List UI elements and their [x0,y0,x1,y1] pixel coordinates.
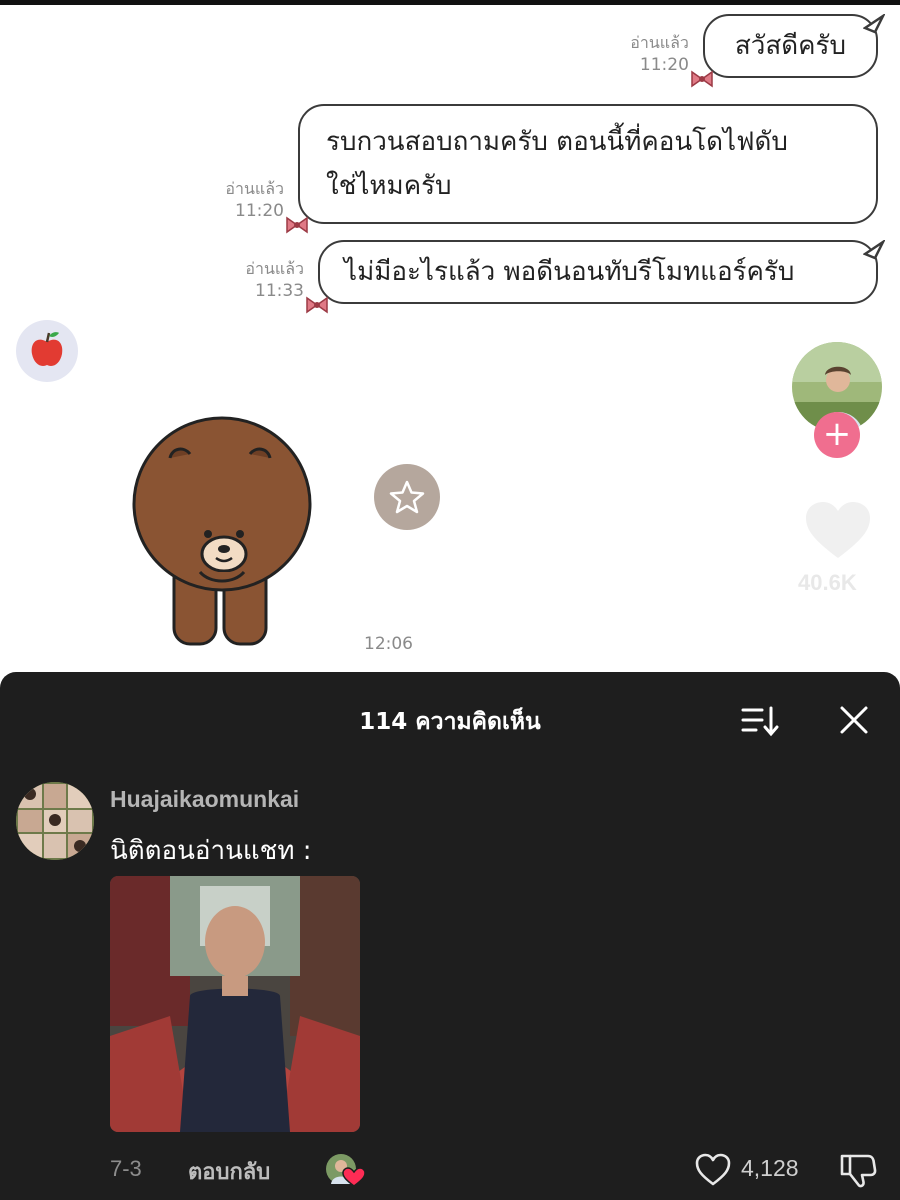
chat-message: อ่านแล้ว 11:20 สวัสดีครับ [630,14,885,88]
message-text: สวัสดีครับ [734,31,846,61]
apple-icon [31,332,63,366]
reply-button[interactable]: ตอบกลับ [188,1154,270,1189]
plus-icon: + [822,414,852,454]
comment-text: นิติตอนอ่านแชท : [110,836,312,866]
comment-like-count: 4,128 [741,1155,799,1181]
favorite-button[interactable] [374,464,440,530]
message-time: 11:20 [235,201,284,221]
heart-icon[interactable] [804,500,872,562]
comment-username[interactable]: Huajaikaomunkai [110,786,299,813]
follow-button[interactable]: + [814,412,860,458]
comment-date: 7-3 [110,1156,142,1181]
comment-gif[interactable] [110,876,360,1132]
heart-icon[interactable] [694,1152,732,1188]
sticker-time: 12:06 [364,634,413,654]
chat-bubble: ไม่มีอะไรแล้ว พอดีนอนทับรีโมทแอร์ครับ [306,240,885,314]
video-player[interactable]: อ่านแล้ว 11:20 สวัสดีครับ อ่านแล้ว 11:20… [0,0,900,672]
chat-bubble: รบกวนสอบถามครับ ตอนนี้ที่คอนโดไฟดับ ใช่ไ… [286,104,878,234]
chat-message: อ่านแล้ว 11:20 รบกวนสอบถามครับ ตอนนี้ที่… [225,104,878,234]
dislike-icon[interactable] [838,1150,878,1190]
chat-bubble: สวัสดีครับ [691,14,885,88]
bow-icon [286,216,308,234]
bow-icon [691,70,713,88]
read-label: อ่านแล้ว [245,259,304,278]
read-receipt: อ่านแล้ว 11:33 [245,258,304,302]
close-icon[interactable] [836,702,872,738]
bow-icon [306,296,328,314]
commenter-avatar[interactable] [16,782,94,860]
contact-avatar [16,320,78,382]
avatar-photo [16,782,94,860]
message-text-line: ใช่ไหมครับ [326,171,452,201]
sort-icon[interactable] [740,704,780,738]
chat-message: อ่านแล้ว 11:33 ไม่มีอะไรแล้ว พอดีนอนทับร… [245,240,885,314]
comments-sheet: 114 ความคิดเห็น Huajaikaomunkai นิติตอนอ… [0,672,900,1200]
meme-image [110,876,360,1132]
bear-sticker [132,416,312,646]
read-receipt: อ่านแล้ว 11:20 [225,178,284,222]
message-time: 11:33 [255,281,304,301]
star-icon [389,480,425,514]
video-like-count: 40.6K [798,570,857,595]
creator-liked-badge [326,1154,366,1187]
message-text: ไม่มีอะไรแล้ว พอดีนอนทับรีโมทแอร์ครับ [344,257,795,287]
read-label: อ่านแล้ว [630,33,689,52]
message-time: 11:20 [639,55,689,75]
read-label: อ่านแล้ว [225,179,284,198]
read-receipt: อ่านแล้ว 11:20 [630,32,689,76]
bubble-tail-icon [863,14,885,34]
bubble-tail-icon [863,240,885,260]
status-strip [0,0,900,5]
message-text-line: รบกวนสอบถามครับ ตอนนี้ที่คอนโดไฟดับ [326,127,788,157]
